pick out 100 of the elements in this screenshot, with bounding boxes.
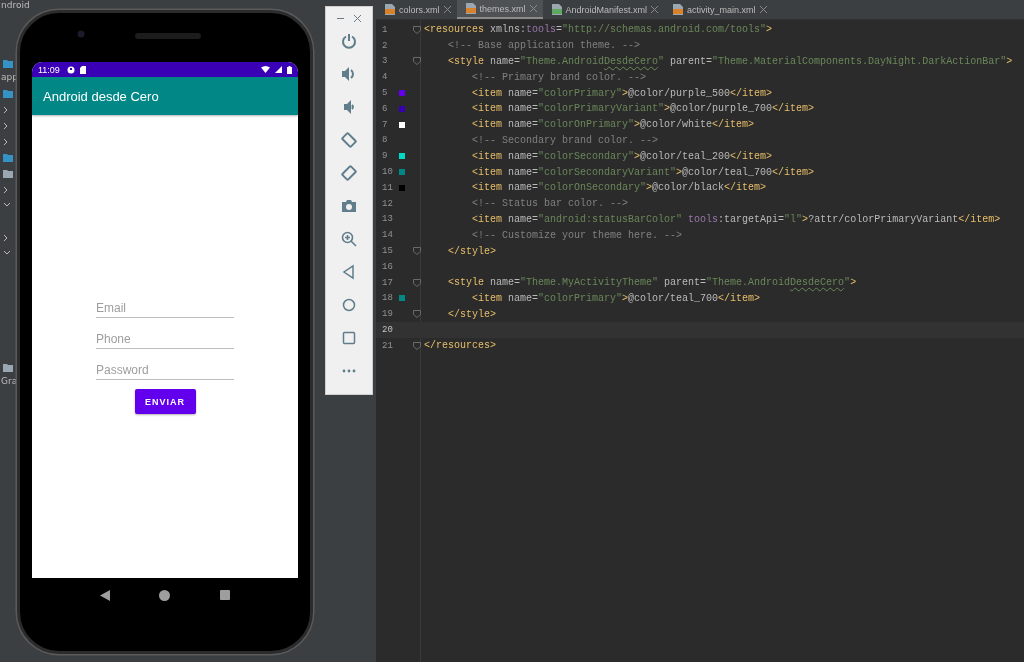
sd-card-icon [79,65,86,74]
send-button[interactable]: ENVIAR [134,389,196,414]
code-line: <!-- Secondary brand color. --> [471,134,659,146]
code-line: <style name="Theme.MyActivityTheme" parent="Theme.AndroidDesdeCero"> [447,277,857,289]
text-field[interactable]: Phone [96,318,234,349]
color-swatch[interactable] [399,184,405,191]
close-icon[interactable] [529,5,537,12]
home-icon[interactable] [341,297,357,313]
battery-icon [287,65,292,74]
code-line: <item name="colorPrimaryVariant">@color/purple_700</item> [471,103,815,115]
editor-tab[interactable]: themes.xml [456,0,543,19]
line-number: 21 [381,340,394,351]
overview-icon[interactable] [341,330,357,346]
fold-icon[interactable] [413,57,421,66]
editor-tab[interactable]: activity_main.xml [664,0,773,19]
folder-icon [3,60,13,68]
rotate-right-icon[interactable] [341,165,357,181]
line-number: 13 [381,214,394,225]
code-line: <item name="colorPrimary">@color/teal_700</item> [471,292,761,304]
app-title: Android desde Cero [43,88,159,104]
code-line: <item name="colorOnSecondary">@color/black</item> [471,182,767,194]
fold-icon[interactable] [413,310,421,319]
line-number: 6 [381,103,389,114]
folder-icon [3,364,13,372]
line-number: 14 [381,230,394,241]
power-icon[interactable] [341,33,357,49]
zoom-icon[interactable] [341,231,357,247]
line-number: 16 [381,261,394,272]
line-number: 5 [381,88,389,99]
close-icon[interactable] [651,6,659,13]
home-icon[interactable] [159,589,171,601]
color-swatch[interactable] [399,121,405,128]
speaker-grille [135,33,201,39]
line-number: 18 [381,293,394,304]
line-number: 4 [381,72,389,83]
code-line: <!-- Status bar color. --> [471,198,629,210]
close-icon[interactable] [354,15,361,22]
camera-icon [77,30,85,38]
fold-icon[interactable] [413,25,421,34]
tab-label: AndroidManifest.xml [565,4,648,15]
color-swatch[interactable] [399,105,405,112]
line-number: 2 [381,40,389,51]
color-swatch[interactable] [399,169,405,176]
code-line: <resources xmlns:tools="http://schemas.android.com/tools"> [424,24,773,36]
close-icon[interactable] [443,6,451,13]
back-icon[interactable] [99,589,110,601]
color-swatch[interactable] [399,90,405,97]
xml-file-icon [465,3,476,14]
volume-down-icon[interactable] [341,99,357,115]
line-number: 1 [381,24,389,35]
line-number: 19 [381,309,394,320]
status-time: 11:09 [38,64,60,75]
xml-file-icon [551,4,562,15]
rotate-left-icon[interactable] [341,132,357,148]
editor-tab[interactable]: colors.xml [376,0,457,19]
color-swatch[interactable] [399,153,405,160]
code-line: <item name="colorSecondaryVariant">@color/teal_700</item> [471,166,815,178]
recents-icon[interactable] [220,590,231,600]
folder-icon [3,90,13,98]
wifi-icon [261,66,270,73]
fold-icon[interactable] [413,247,421,256]
line-number: 10 [381,167,394,178]
code-line: <item name="colorPrimary">@color/purple_500</item> [471,87,773,99]
line-number: 3 [381,56,389,67]
line-number: 9 [381,151,389,162]
signal-icon [275,66,282,73]
camera-icon[interactable] [341,198,357,214]
minimize-icon[interactable] [337,15,344,22]
tab-label: activity_main.xml [687,4,756,15]
xml-file-icon [673,4,684,15]
color-swatch[interactable] [399,295,405,302]
code-line: <item name="colorSecondary">@color/teal_200</item> [471,150,773,162]
tab-label: colors.xml [399,4,440,15]
line-number: 11 [381,182,394,193]
back-icon[interactable] [341,264,357,280]
notification-icon [66,65,75,74]
code-line: <item name="android:statusBarColor" tools:targetApi="l">?attr/colorPrimaryVariant</item> [471,213,1001,225]
code-line: </resources> [424,340,496,352]
text-field[interactable]: Password [96,349,234,380]
gradle-item[interactable]: Gra [1,376,18,386]
line-number: 15 [381,246,394,257]
fold-icon[interactable] [413,278,421,287]
line-number: 7 [381,119,389,130]
xml-file-icon [385,4,395,15]
code-line: <!-- Base application theme. --> [447,40,641,52]
fold-icon[interactable] [413,341,421,350]
line-number: 20 [381,325,394,336]
text-field[interactable]: Email [96,287,234,318]
code-line: <!-- Customize your theme here. --> [471,229,683,241]
project-view-label[interactable]: ndroid [1,0,319,10]
line-number: 17 [381,277,394,288]
close-icon[interactable] [759,6,767,13]
line-number: 12 [381,198,394,209]
editor-tab[interactable]: AndroidManifest.xml [542,0,665,19]
tab-label: themes.xml [479,3,526,14]
code-line: <item name="colorOnPrimary">@color/white</item> [471,119,755,131]
line-number: 8 [381,135,389,146]
code-line: <!-- Primary brand color. --> [471,71,647,83]
volume-up-icon[interactable] [341,66,357,82]
code-line: </style> [447,308,496,320]
